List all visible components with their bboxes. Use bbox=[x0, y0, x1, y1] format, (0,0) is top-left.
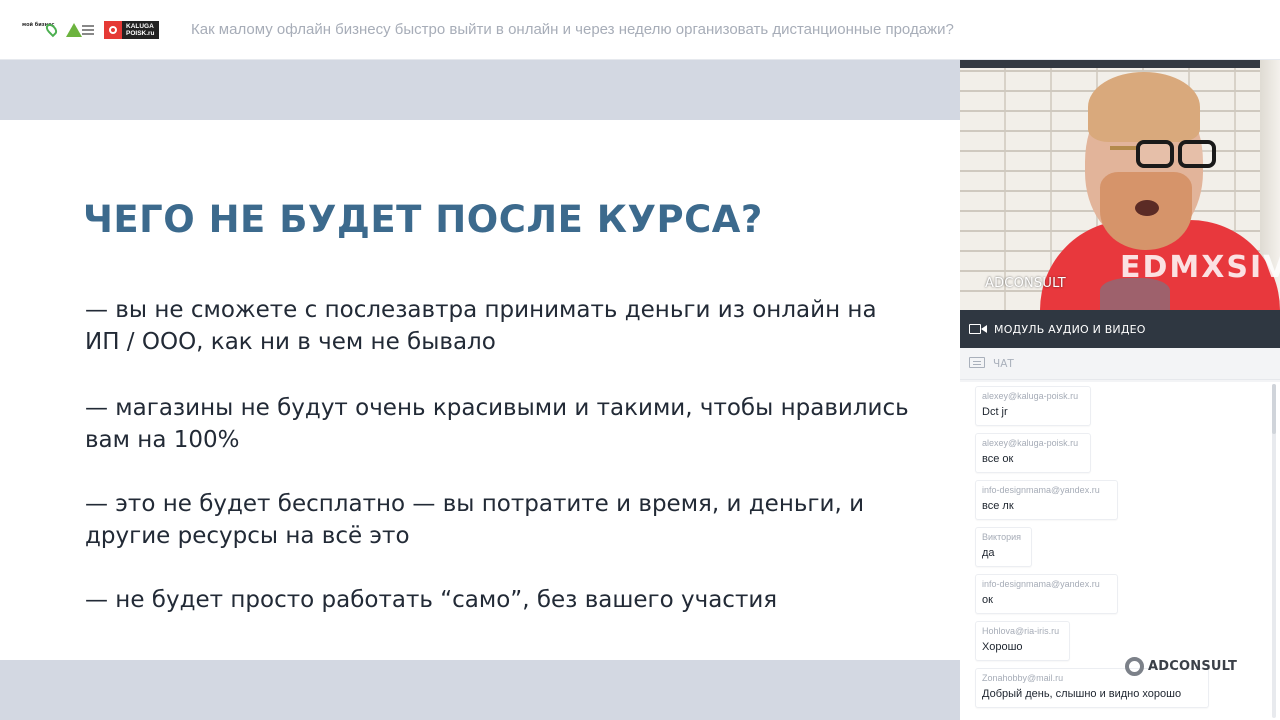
glasses-icon bbox=[1178, 140, 1216, 168]
chat-message-author: info-designmama@yandex.ru bbox=[982, 485, 1100, 495]
chat-message-text: Dct jr bbox=[982, 406, 1008, 418]
shirt-text: EDMXSIV bbox=[1120, 250, 1280, 285]
chat-message: info-designmama@yandex.ru все лк bbox=[975, 480, 1118, 520]
partner-logo-lines bbox=[82, 25, 94, 27]
presenter-hair bbox=[1088, 72, 1200, 142]
adconsult-watermark-text: ADCONSULT bbox=[1148, 659, 1238, 674]
webcam-video[interactable]: EDMXSIV ADCONSULT bbox=[960, 60, 1280, 310]
top-header: мой бизнес KALUGA POISK.ru Как малому оф… bbox=[0, 0, 1280, 60]
presenter-name-label: ADCONSULT bbox=[985, 276, 1066, 291]
slide-point: — не будет просто работать “само”, без в… bbox=[85, 587, 778, 613]
chat-label: ЧАТ bbox=[993, 357, 1014, 370]
slide-title: ЧЕГО НЕ БУДЕТ ПОСЛЕ КУРСА? bbox=[83, 198, 763, 241]
chat-message: alexey@kaluga-poisk.ru Dct jr bbox=[975, 386, 1091, 426]
video-camera-icon bbox=[969, 323, 987, 335]
chat-message-text: Хорошо bbox=[982, 641, 1023, 653]
presentation-slide: ЧЕГО НЕ БУДЕТ ПОСЛЕ КУРСА? — вы не сможе… bbox=[0, 120, 960, 660]
chat-message: Виктория да bbox=[975, 527, 1032, 567]
chat-message-text: Добрый день, слышно и видно хорошо bbox=[982, 688, 1182, 700]
chat-message-author: info-designmama@yandex.ru bbox=[982, 579, 1100, 589]
adconsult-logo-icon bbox=[1125, 657, 1144, 676]
video-frame-top bbox=[960, 60, 1280, 68]
kaluga-poisk-logo: KALUGA POISK.ru bbox=[104, 21, 159, 39]
moy-biznes-logo: мой бизнес bbox=[22, 21, 60, 39]
chat-message: Hohlova@ria-iris.ru Хорошо bbox=[975, 621, 1070, 661]
search-icon bbox=[104, 21, 122, 39]
triangle-icon bbox=[66, 23, 82, 37]
chat-message-author: Виктория bbox=[982, 532, 1022, 542]
slide-point: — это не будет бесплатно — вы потратите … bbox=[85, 491, 865, 549]
chat-message-text: ок bbox=[982, 594, 993, 606]
chat-message-author: alexey@kaluga-poisk.ru bbox=[982, 391, 1079, 401]
audio-video-module-label: МОДУЛЬ АУДИО И ВИДЕО bbox=[994, 322, 1146, 336]
chat-scrollbar[interactable] bbox=[1272, 384, 1276, 718]
chat-scrollbar-thumb[interactable] bbox=[1272, 384, 1276, 434]
chat-message-author: alexey@kaluga-poisk.ru bbox=[982, 438, 1079, 448]
glasses-icon bbox=[1136, 140, 1174, 168]
audio-video-module-bar[interactable]: МОДУЛЬ АУДИО И ВИДЕО bbox=[960, 310, 1280, 348]
slide-point: — магазины не будут очень красивыми и та… bbox=[85, 395, 909, 453]
location-pin-icon bbox=[43, 21, 60, 38]
slide-point: — вы не сможете с послезавтра принимать … bbox=[85, 297, 877, 355]
right-sidebar: EDMXSIV ADCONSULT МОДУЛЬ АУДИО И ВИДЕО Ч… bbox=[960, 60, 1280, 720]
glasses-arm bbox=[1110, 146, 1138, 150]
partner-logos: мой бизнес KALUGA POISK.ru bbox=[22, 20, 159, 40]
kaluga-logo-line2: POISK.ru bbox=[126, 30, 155, 37]
kaluga-logo-line1: KALUGA bbox=[126, 22, 154, 30]
chat-message: alexey@kaluga-poisk.ru все ок bbox=[975, 433, 1091, 473]
triangle-partner-logo bbox=[66, 21, 94, 39]
chat-message-text: да bbox=[982, 547, 995, 559]
webinar-title: Как малому офлайн бизнесу быстро выйти в… bbox=[191, 21, 954, 38]
chat-message-author: Hohlova@ria-iris.ru bbox=[982, 626, 1060, 636]
chat-message-text: все ок bbox=[982, 453, 1014, 465]
adconsult-watermark: ADCONSULT bbox=[1125, 657, 1237, 676]
presenter-mouth bbox=[1135, 200, 1159, 216]
chat-header[interactable]: ЧАТ bbox=[960, 348, 1280, 380]
chat-message: info-designmama@yandex.ru ок bbox=[975, 574, 1118, 614]
chat-icon bbox=[969, 356, 985, 371]
chat-message-text: все лк bbox=[982, 500, 1014, 512]
